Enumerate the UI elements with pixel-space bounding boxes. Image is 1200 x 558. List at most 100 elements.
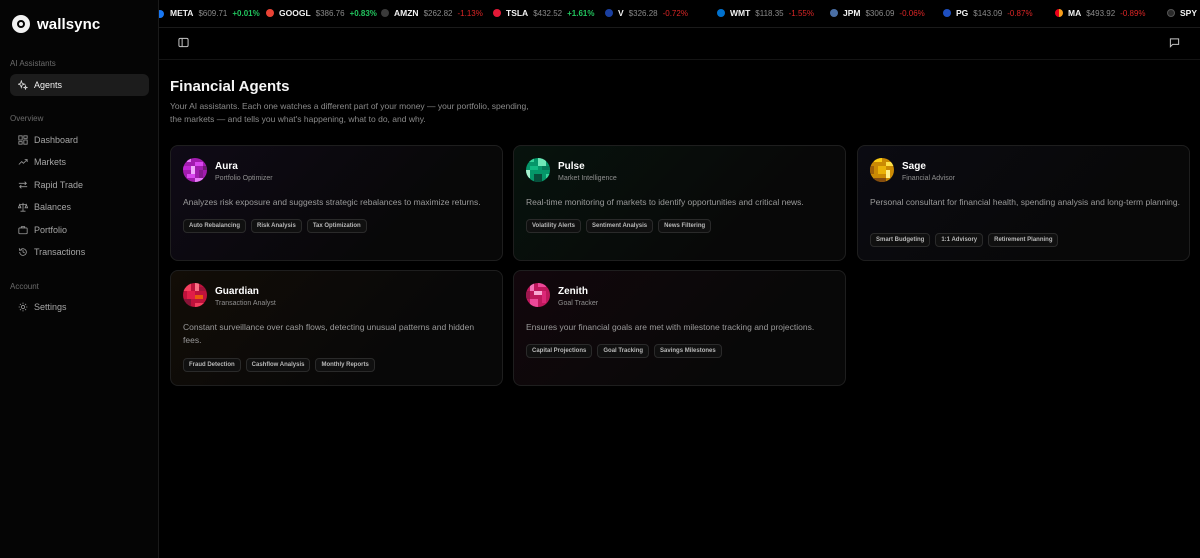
agent-tag[interactable]: 1:1 Advisory bbox=[935, 233, 984, 247]
ticker-price: $386.76 bbox=[315, 8, 345, 18]
ticker-item-spy[interactable]: SPY bbox=[1167, 8, 1197, 18]
sidebar-item-label: Dashboard bbox=[34, 135, 79, 145]
agent-tag[interactable]: Smart Budgeting bbox=[870, 233, 931, 247]
agent-tag[interactable]: Sentiment Analysis bbox=[586, 219, 654, 233]
ticker-price: $432.52 bbox=[533, 8, 563, 18]
agent-name: Guardian bbox=[215, 286, 259, 297]
agent-tag[interactable]: News Filtering bbox=[658, 219, 712, 233]
sidebar-item-markets[interactable]: Markets bbox=[10, 151, 149, 173]
agent-name: Zenith bbox=[558, 286, 588, 297]
agent-name: Pulse bbox=[558, 161, 585, 172]
ticker-item-pg[interactable]: PG $143.09 -0.87% bbox=[943, 8, 1033, 18]
ticker-price: $326.28 bbox=[628, 8, 658, 18]
chat-button[interactable] bbox=[1167, 37, 1181, 51]
scale-icon bbox=[18, 202, 28, 212]
ticker-change: +0.01% bbox=[232, 8, 260, 18]
agent-tag[interactable]: Fraud Detection bbox=[183, 358, 241, 372]
pg-logo-icon bbox=[943, 9, 951, 17]
grid-icon bbox=[18, 135, 28, 145]
ticker-change: +1.61% bbox=[567, 8, 595, 18]
agent-role: Transaction Analyst bbox=[215, 300, 276, 307]
guardian-avatar-icon bbox=[183, 283, 207, 307]
agent-tag[interactable]: Auto Rebalancing bbox=[183, 219, 247, 233]
agent-card-zenith[interactable]: Zenith Goal Tracker Ensures your financi… bbox=[513, 270, 846, 386]
agent-role: Goal Tracker bbox=[558, 300, 599, 307]
agent-role: Portfolio Optimizer bbox=[215, 175, 273, 182]
agent-tag[interactable]: Retirement Planning bbox=[988, 233, 1059, 247]
sidebar-item-balances[interactable]: Balances bbox=[10, 196, 149, 218]
agent-tag[interactable]: Volatility Alerts bbox=[526, 219, 582, 233]
sidebar-item-label: Balances bbox=[34, 202, 72, 212]
mastercard-logo-icon bbox=[1055, 9, 1063, 17]
ticker-change: -0.89% bbox=[1120, 8, 1146, 18]
ticker-symbol: MA bbox=[1068, 8, 1082, 18]
sidebar-item-agents[interactable]: Agents bbox=[10, 74, 149, 96]
app-root: wallsync AI Assistants Agents Overview D… bbox=[0, 0, 1200, 558]
agent-tag[interactable]: Savings Milestones bbox=[654, 344, 722, 358]
ticker-item-v[interactable]: V $326.28 -0.72% bbox=[605, 8, 688, 18]
sidebar-item-label: Transactions bbox=[34, 247, 86, 257]
wallsync-logo-icon bbox=[12, 15, 30, 33]
sidebar-item-rapid-trade[interactable]: Rapid Trade bbox=[10, 174, 149, 196]
jpm-logo-icon bbox=[830, 9, 838, 17]
ticker-change: -1.13% bbox=[457, 8, 483, 18]
agent-tag[interactable]: Risk Analysis bbox=[251, 219, 302, 233]
agent-tags: Volatility Alerts Sentiment Analysis New… bbox=[526, 219, 712, 233]
sidebar-item-dashboard[interactable]: Dashboard bbox=[10, 129, 149, 151]
pulse-avatar-icon bbox=[526, 158, 550, 182]
ticker-change: -0.06% bbox=[899, 8, 925, 18]
ticker-change: +0.83% bbox=[349, 8, 377, 18]
sidebar-toggle-button[interactable] bbox=[176, 37, 190, 51]
agent-tag[interactable]: Tax Optimization bbox=[306, 219, 367, 233]
amazon-logo-icon bbox=[381, 9, 389, 17]
sidebar-item-label: Agents bbox=[34, 80, 63, 90]
ticker-symbol: PG bbox=[956, 8, 969, 18]
page-description: Your AI assistants. Each one watches a d… bbox=[170, 101, 529, 124]
sidebar-item-settings[interactable]: Settings bbox=[10, 296, 149, 318]
ticker-item-meta[interactable]: META $609.71 +0.01% bbox=[170, 8, 260, 18]
ticker-item-jpm[interactable]: JPM $306.09 -0.06% bbox=[830, 8, 925, 18]
ticker-symbol: SPY bbox=[1180, 8, 1198, 18]
agent-tags: Smart Budgeting 1:1 Advisory Retirement … bbox=[870, 233, 1059, 247]
agent-tag[interactable]: Cashflow Analysis bbox=[245, 358, 311, 372]
sidebar-item-portfolio[interactable]: Portfolio bbox=[10, 219, 149, 241]
agent-tag[interactable]: Capital Projections bbox=[526, 344, 593, 358]
ticker-item-googl[interactable]: GOOGL $386.76 +0.83% bbox=[266, 8, 377, 18]
agent-tag[interactable]: Monthly Reports bbox=[315, 358, 375, 372]
ticker-symbol: V bbox=[618, 8, 624, 18]
sidebar-item-label: Markets bbox=[34, 157, 67, 167]
agent-card-pulse[interactable]: Pulse Market Intelligence Real-time moni… bbox=[513, 145, 846, 261]
sidebar-item-transactions[interactable]: Transactions bbox=[10, 241, 149, 263]
sparkles-icon bbox=[18, 80, 28, 90]
agent-description: Analyzes risk exposure and suggests stra… bbox=[183, 197, 481, 207]
ticker-item-tsla[interactable]: TSLA $432.52 +1.61% bbox=[493, 8, 594, 18]
stock-ticker: META $609.71 +0.01% GOOGL $386.76 +0.83%… bbox=[159, 0, 1200, 28]
agent-name: Sage bbox=[902, 161, 926, 172]
tesla-logo-icon bbox=[493, 9, 501, 17]
agent-card-aura[interactable]: Aura Portfolio Optimizer Analyzes risk e… bbox=[170, 145, 503, 261]
arrows-icon bbox=[18, 180, 28, 190]
visa-logo-icon bbox=[605, 9, 613, 17]
ticker-symbol: WMT bbox=[730, 8, 751, 18]
topbar bbox=[159, 29, 1200, 60]
ticker-price: $143.09 bbox=[973, 8, 1003, 18]
ticker-item-wmt[interactable]: WMT $118.35 -1.55% bbox=[717, 8, 814, 18]
briefcase-icon bbox=[18, 225, 28, 235]
agent-role: Financial Advisor bbox=[902, 175, 955, 182]
sage-avatar-icon bbox=[870, 158, 894, 182]
agent-tag[interactable]: Goal Tracking bbox=[597, 344, 650, 358]
zenith-avatar-icon bbox=[526, 283, 550, 307]
agent-card-guardian[interactable]: Guardian Transaction Analyst Constant su… bbox=[170, 270, 503, 386]
spy-logo-icon bbox=[1167, 9, 1175, 17]
section-label-ai-assistants: AI Assistants bbox=[10, 59, 56, 68]
page-title: Financial Agents bbox=[170, 78, 290, 95]
brand[interactable]: wallsync bbox=[12, 13, 100, 35]
ticker-item-ma[interactable]: MA $493.92 -0.89% bbox=[1055, 8, 1146, 18]
agent-description: Real-time monitoring of markets to ident… bbox=[526, 197, 804, 207]
ticker-item-amzn[interactable]: AMZN $262.82 -1.13% bbox=[381, 8, 483, 18]
agent-card-sage[interactable]: Sage Financial Advisor Personal consulta… bbox=[857, 145, 1190, 261]
walmart-logo-icon bbox=[717, 9, 725, 17]
brand-name: wallsync bbox=[37, 15, 101, 33]
agent-description: Constant surveillance over cash flows, d… bbox=[183, 322, 475, 345]
sidebar-item-label: Portfolio bbox=[34, 225, 68, 235]
